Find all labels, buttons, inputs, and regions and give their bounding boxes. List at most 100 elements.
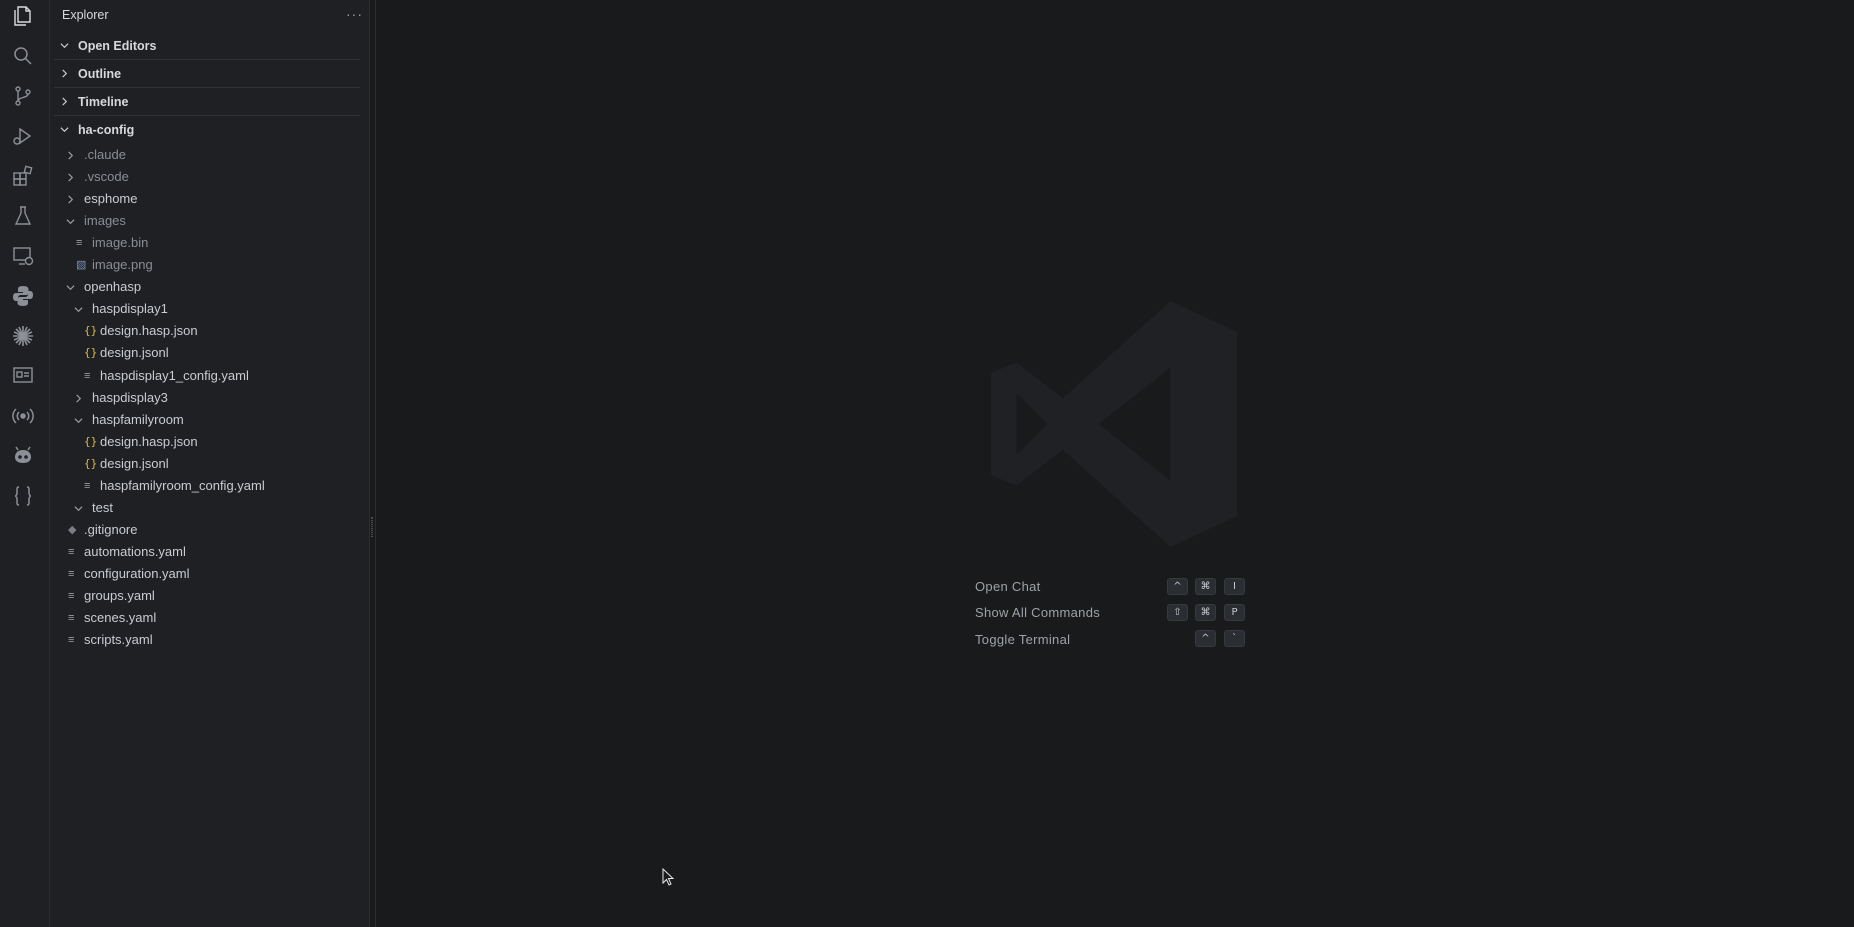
section-label: Open Editors	[78, 39, 157, 53]
tree-file[interactable]: ≡ scenes.yaml	[62, 608, 360, 628]
chevron-right-icon	[68, 151, 74, 160]
claude-icon[interactable]	[9, 322, 37, 350]
json-file-icon: {}	[84, 346, 98, 360]
key-p: P	[1224, 604, 1245, 621]
tree-file[interactable]: ≡ automations.yaml	[62, 542, 360, 562]
remote-display-icon[interactable]	[9, 362, 37, 390]
json-file-icon: {}	[84, 434, 98, 448]
text-file-icon: ≡	[68, 612, 75, 625]
hint-open-chat: Open Chat	[975, 579, 1041, 594]
tree-file[interactable]: ≡ haspfamilyroom_config.yaml	[78, 476, 360, 496]
tree-file[interactable]: ≡ scripts.yaml	[62, 630, 360, 650]
remote-explorer-icon[interactable]	[9, 242, 37, 270]
tree-item-label: .gitignore	[84, 521, 138, 537]
tree-file[interactable]: {} design.jsonl	[78, 343, 360, 363]
key-cmd: ⌘	[1195, 578, 1216, 595]
chevron-down-icon	[60, 43, 69, 49]
tree-folder[interactable]: test	[70, 498, 360, 518]
divider	[54, 115, 360, 116]
chevron-right-icon	[68, 195, 74, 204]
tree-item-label: esphome	[84, 191, 138, 207]
chevron-right-icon	[62, 97, 68, 106]
tree-item-label: images	[84, 213, 126, 229]
tree-file[interactable]: {} design.hasp.json	[78, 321, 360, 341]
chevron-right-icon	[76, 394, 82, 403]
chevron-right-icon	[62, 69, 68, 78]
tree-folder[interactable]: haspfamilyroom	[70, 410, 360, 430]
text-file-icon: ≡	[84, 479, 91, 492]
section-label: ha-config	[78, 123, 135, 137]
section-timeline[interactable]: Timeline	[54, 91, 360, 113]
tree-item-label: haspfamilyroom_config.yaml	[100, 477, 265, 493]
section-open-editors[interactable]: Open Editors	[54, 35, 360, 57]
tree-item-label: image.bin	[92, 235, 149, 251]
tree-file[interactable]: ≡ groups.yaml	[62, 586, 360, 606]
divider	[54, 87, 360, 88]
tree-item-label: openhasp	[84, 279, 142, 295]
sidebar-resize-sash[interactable]	[369, 0, 376, 927]
tree-folder[interactable]: haspdisplay3	[70, 388, 360, 408]
tree-item-label: automations.yaml	[84, 543, 186, 559]
tree-file[interactable]: ◆ .gitignore	[62, 520, 360, 540]
tree-file[interactable]: ≡ haspdisplay1_config.yaml	[78, 366, 360, 386]
python-icon[interactable]	[9, 282, 37, 310]
chevron-down-icon	[74, 307, 83, 313]
broadcast-icon[interactable]	[9, 402, 37, 430]
tree-item-label: design.hasp.json	[100, 323, 198, 339]
text-file-icon: ≡	[76, 237, 83, 250]
sash-grip[interactable]	[371, 517, 373, 537]
section-workspace[interactable]: ha-config	[54, 119, 360, 141]
extensions-icon[interactable]	[9, 162, 37, 190]
text-file-icon: ≡	[68, 590, 75, 602]
run-debug-icon[interactable]	[9, 122, 37, 150]
activity-bar	[0, 0, 50, 927]
hint-show-all-commands: Show All Commands	[975, 605, 1101, 620]
source-control-icon[interactable]	[9, 82, 37, 110]
tree-file[interactable]: ▧ image.png	[70, 255, 360, 275]
tree-folder[interactable]: openhasp	[62, 277, 360, 297]
key-ctrl: ^	[1167, 578, 1188, 595]
json-file-icon: {}	[84, 324, 98, 338]
platformio-icon[interactable]	[9, 442, 37, 470]
vscode-logo-icon	[991, 301, 1237, 547]
tree-item-label: configuration.yaml	[84, 565, 190, 581]
tree-folder[interactable]: images	[62, 211, 360, 231]
tree-file[interactable]: ≡ configuration.yaml	[62, 564, 360, 584]
tree-file[interactable]: {} design.hasp.json	[78, 432, 360, 452]
tree-folder[interactable]: esphome	[62, 189, 360, 209]
text-file-icon: ≡	[68, 545, 75, 558]
text-file-icon: ≡	[84, 369, 91, 382]
more-actions-icon[interactable]: ···	[346, 6, 363, 22]
json-icon[interactable]	[9, 482, 37, 510]
json-file-icon: {}	[84, 456, 98, 470]
image-file-icon: ▧	[76, 259, 87, 272]
explorer-title: Explorer	[62, 8, 109, 22]
tree-file[interactable]: {} design.jsonl	[78, 454, 360, 474]
tree-item-label: groups.yaml	[84, 588, 155, 603]
tree-item-label: design.jsonl	[100, 345, 169, 361]
tree-item-label: scenes.yaml	[84, 610, 157, 626]
search-icon[interactable]	[9, 42, 37, 70]
explorer-icon[interactable]	[9, 2, 37, 30]
tree-item-label: scripts.yaml	[84, 632, 153, 648]
tree-folder[interactable]: .vscode	[62, 167, 360, 187]
hint-toggle-terminal: Toggle Terminal	[975, 632, 1071, 647]
tree-item-label: test	[92, 499, 113, 515]
tree-folder[interactable]: .claude	[62, 145, 360, 165]
testing-icon[interactable]	[9, 202, 37, 230]
chevron-down-icon	[74, 506, 83, 511]
chevron-down-icon	[66, 285, 75, 291]
tree-file[interactable]: ≡ image.bin	[70, 233, 360, 253]
section-outline[interactable]: Outline	[54, 63, 360, 85]
section-label: Timeline	[78, 95, 129, 109]
tree-folder[interactable]: haspdisplay1	[70, 299, 360, 319]
chevron-right-icon	[68, 173, 74, 182]
tree-item-label: .vscode	[84, 169, 129, 185]
tree-item-label: .claude	[84, 147, 126, 162]
key-cmd: ⌘	[1195, 604, 1216, 621]
tree-item-label: haspdisplay1_config.yaml	[100, 367, 249, 383]
chevron-down-icon	[60, 127, 69, 133]
tree-item-label: haspfamilyroom	[92, 411, 184, 427]
divider	[54, 59, 360, 60]
key-ctrl: ^	[1195, 630, 1216, 647]
